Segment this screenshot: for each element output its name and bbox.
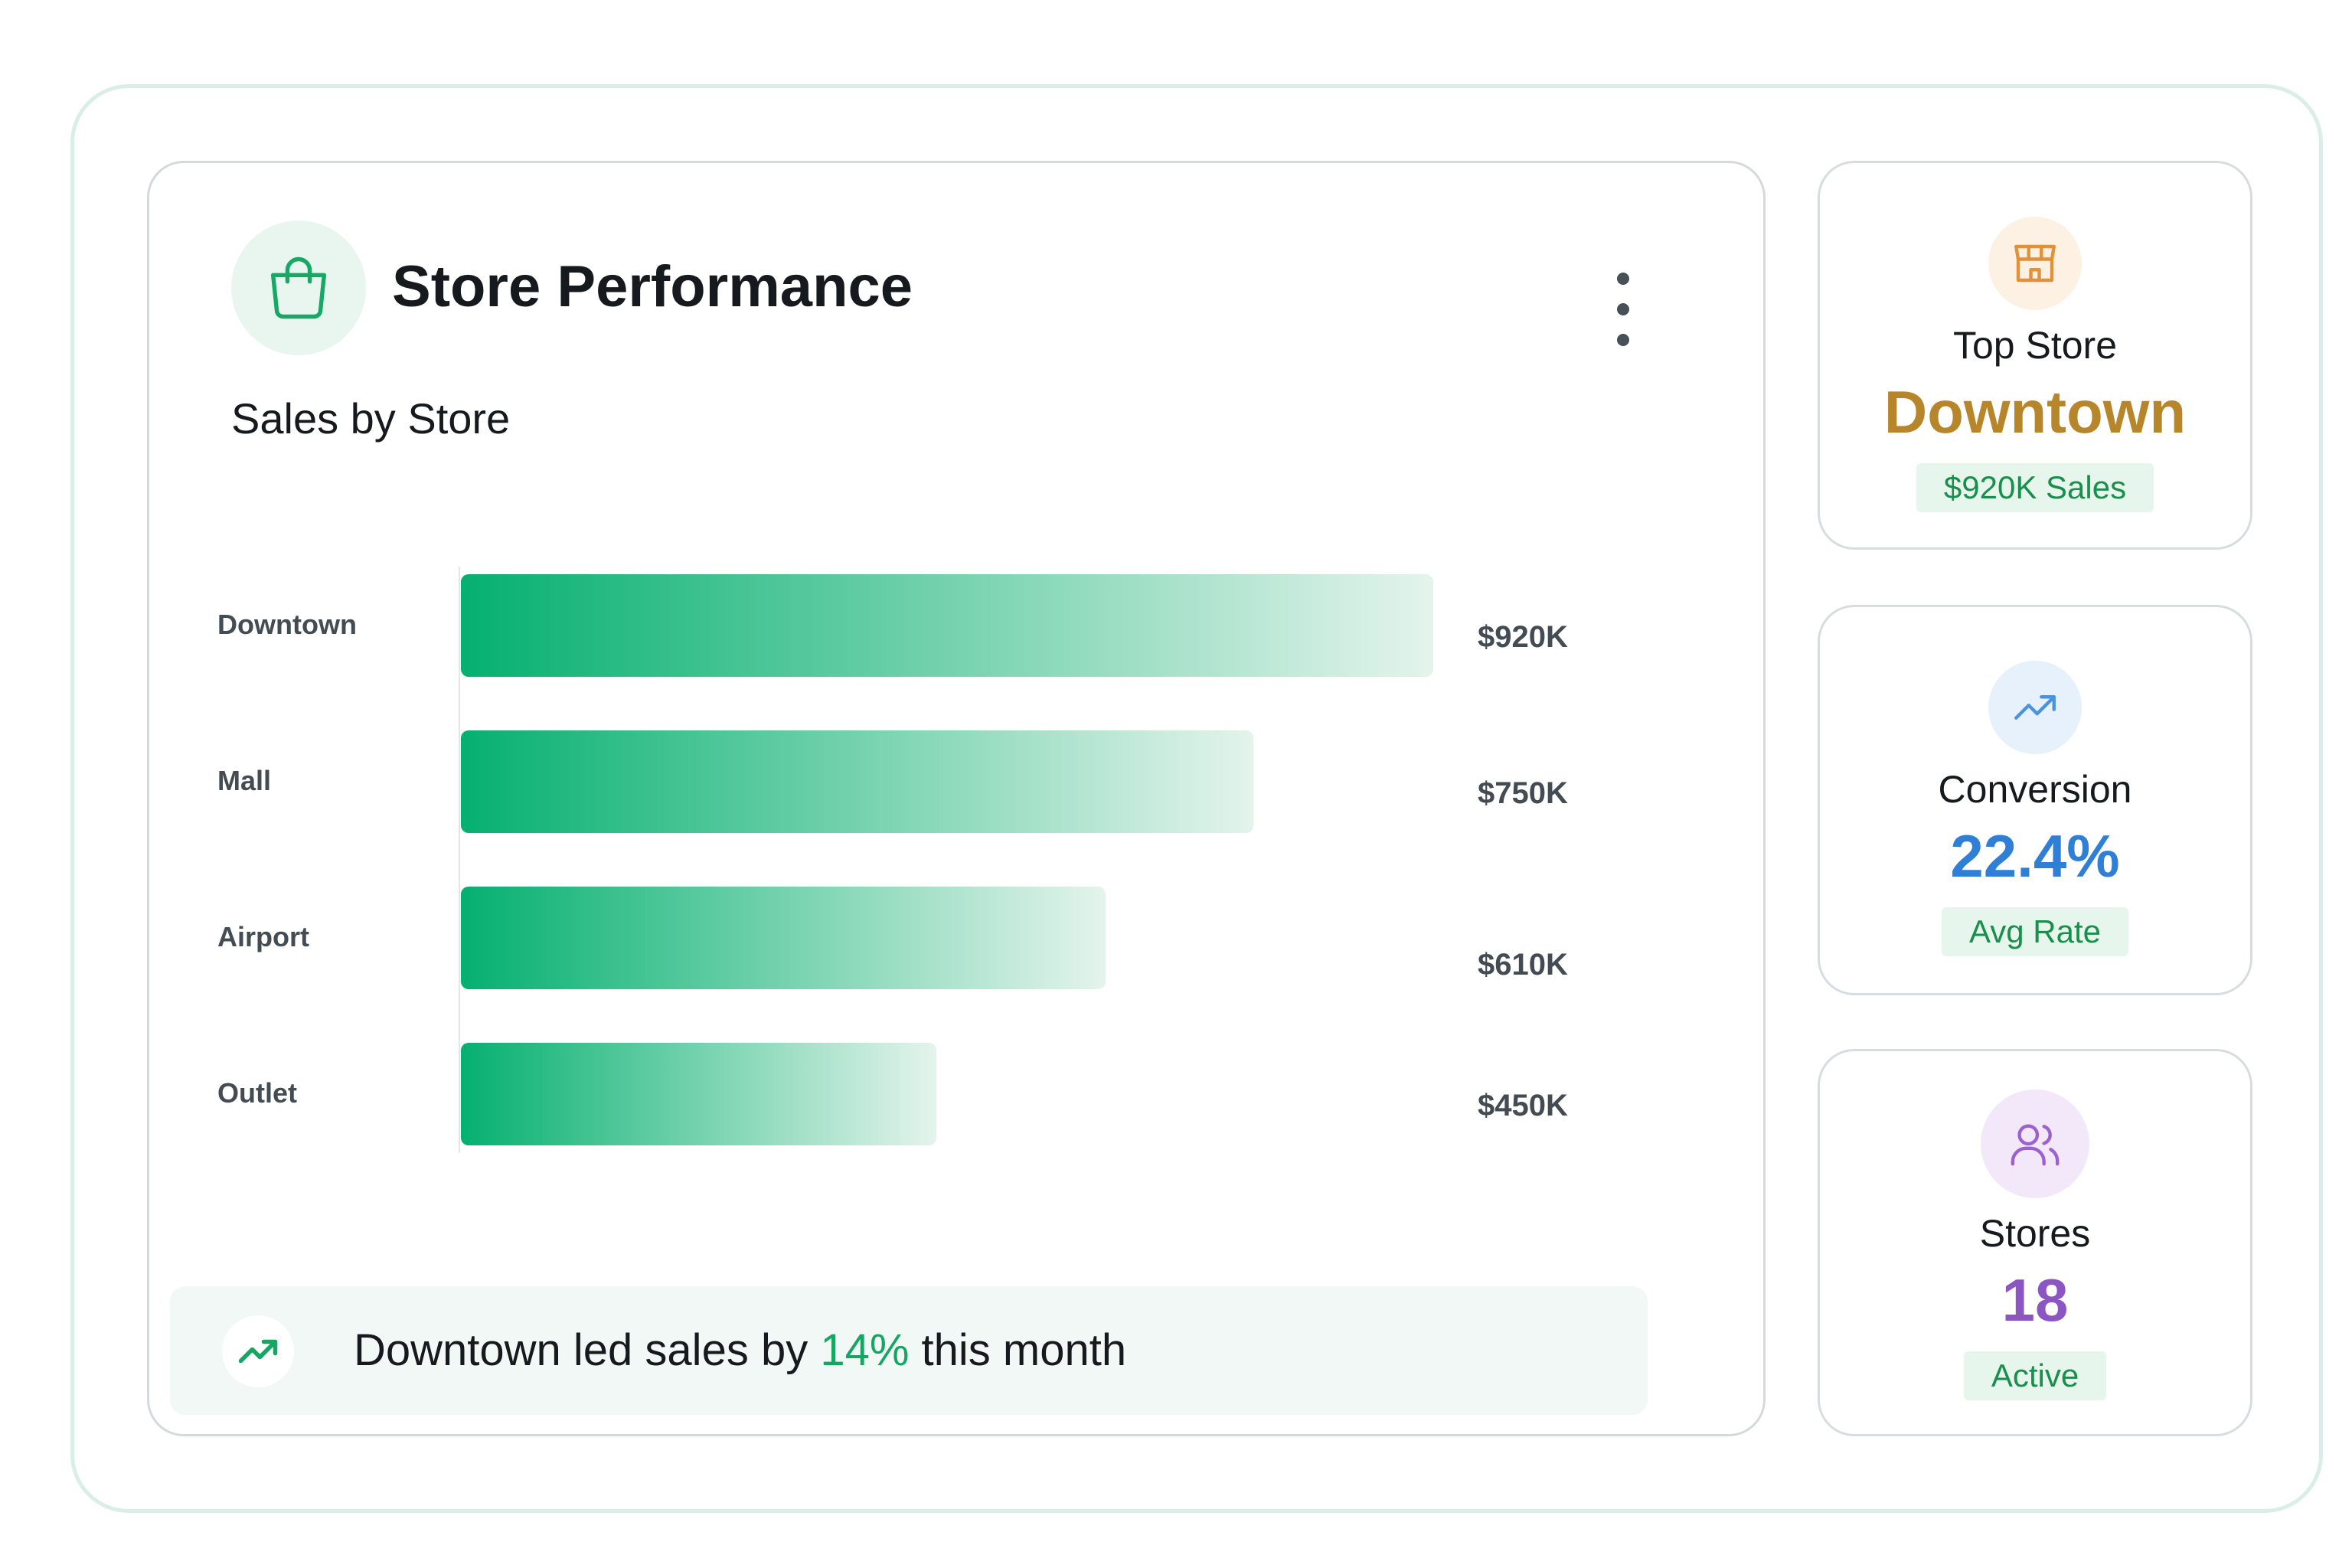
value-label: $750K <box>1478 776 1568 810</box>
category-label: Outlet <box>217 1077 297 1109</box>
trending-up-icon <box>222 1315 294 1387</box>
stat-badge: $920K Sales <box>1916 463 2154 512</box>
bar-airport <box>461 887 1106 989</box>
category-label: Downtown <box>217 609 357 640</box>
stat-label: Top Store <box>1952 324 2117 367</box>
stat-badge: Avg Rate <box>1942 907 2128 956</box>
stat-badge: Active <box>1963 1351 2107 1400</box>
stat-label: Stores <box>1979 1212 2091 1255</box>
page-title: Store Performance <box>392 254 913 319</box>
value-label: $920K <box>1478 620 1568 654</box>
shopping-bag-icon <box>231 220 366 355</box>
chart-title: Sales by Store <box>231 394 511 443</box>
conversion-card: Conversion 22.4% Avg Rate <box>1818 605 2252 995</box>
stat-value: 18 <box>2001 1266 2069 1334</box>
value-label: $450K <box>1478 1089 1568 1122</box>
top-store-card: Top Store Downtown $920K Sales <box>1818 161 2252 550</box>
insight-text-before: Downtown led sales by <box>354 1325 821 1375</box>
users-icon <box>1981 1089 2089 1198</box>
store-icon <box>1988 217 2082 310</box>
insight-text: Downtown led sales by 14% this month <box>354 1323 1126 1378</box>
trending-up-icon <box>1988 661 2082 754</box>
category-label: Mall <box>217 765 271 796</box>
kebab-menu-icon[interactable] <box>1605 273 1642 346</box>
stat-value: Downtown <box>1883 378 2187 446</box>
bar-outlet <box>461 1043 937 1145</box>
bar-mall <box>461 730 1254 833</box>
insight-highlight: 14% <box>820 1325 910 1375</box>
insight-banner: Downtown led sales by 14% this month <box>170 1286 1648 1415</box>
stat-value: 22.4% <box>1950 822 2120 890</box>
category-label: Airport <box>217 921 309 952</box>
bar-downtown <box>461 574 1433 677</box>
stores-card: Stores 18 Active <box>1818 1049 2252 1436</box>
stat-label: Conversion <box>1938 768 2132 811</box>
insight-text-after: this month <box>909 1325 1127 1375</box>
value-label: $610K <box>1478 948 1568 982</box>
sales-bar-chart: Downtown $920K Mall $750K Airport $610K Outlet… <box>217 567 1568 1153</box>
